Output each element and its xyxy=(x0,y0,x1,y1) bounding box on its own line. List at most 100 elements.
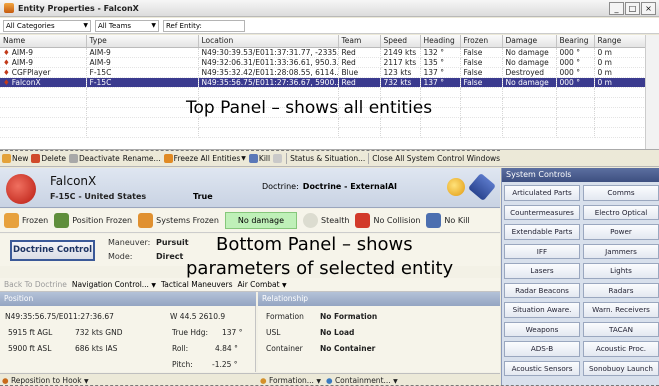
empty-cell xyxy=(0,87,87,98)
empty-cell xyxy=(380,117,421,128)
doctrine-value: Doctrine - ExternalAI xyxy=(302,182,398,191)
table-cell: F-15C xyxy=(86,67,199,78)
table-cell: Red xyxy=(338,57,381,68)
formation-label: Formation xyxy=(266,312,304,321)
system-control-button[interactable]: Acoustic Proc. xyxy=(583,341,659,357)
column-header[interactable]: Range xyxy=(594,35,646,48)
entity-name: FalconX xyxy=(50,174,97,188)
column-header[interactable]: Damage xyxy=(502,35,557,48)
table-row[interactable]: ♦ AIM-9 AIM-9 N49:30:39.53/E011:37:31.77, -… xyxy=(0,47,646,58)
table-row[interactable]: ♦ CGFPlayer F-15C N49:35:32.42/E011:28:08.5… xyxy=(0,67,646,78)
new-button[interactable]: New xyxy=(2,154,28,163)
table-row[interactable]: ♦ FalconX F-15C N49:35:56.75/E011:27:36.67,… xyxy=(0,77,646,88)
formation-menu[interactable]: ● Formation... ▼ xyxy=(260,376,321,385)
containment-menu[interactable]: ● Containment... ▼ xyxy=(326,376,398,385)
close-all-button[interactable]: Close All System Control Windows xyxy=(372,154,500,163)
system-control-button[interactable]: Radar Beacons xyxy=(504,282,580,298)
edit-icon[interactable] xyxy=(467,172,497,202)
relationship-section-header: Relationship xyxy=(258,292,500,306)
roll-value: 4.84 ° xyxy=(215,344,238,353)
formation-icon: ● xyxy=(260,376,267,385)
system-control-button[interactable]: Lights xyxy=(583,263,659,279)
system-control-button[interactable]: Countermeasures xyxy=(504,204,580,220)
table-cell: False xyxy=(460,57,503,68)
navigation-control-menu[interactable]: Navigation Control... ▼ xyxy=(72,280,156,289)
system-control-button[interactable]: IFF xyxy=(504,243,580,259)
system-control-button[interactable]: Articulated Parts xyxy=(504,185,580,201)
status-icon[interactable] xyxy=(447,178,465,196)
ref-entity-dropdown[interactable]: Ref Entity: xyxy=(163,19,245,32)
rename-button[interactable]: Rename... xyxy=(123,154,161,163)
no-kill-icon xyxy=(426,213,442,228)
system-control-button[interactable]: Warn. Receivers xyxy=(583,302,659,318)
empty-cell xyxy=(594,87,646,98)
column-header[interactable]: Name xyxy=(0,35,87,48)
table-scrollbar[interactable] xyxy=(645,35,659,149)
app-icon xyxy=(4,3,14,13)
table-row[interactable]: ♦ AIM-9 AIM-9 N49:32:06.31/E011:33:36.61, 9… xyxy=(0,57,646,68)
empty-cell xyxy=(594,117,646,128)
system-control-button[interactable]: TACAN xyxy=(583,321,659,337)
mode-value: Direct xyxy=(156,252,184,261)
top-panel-annotation: Top Panel – shows all entities xyxy=(186,98,433,118)
column-header[interactable]: Bearing xyxy=(556,35,595,48)
chevron-down-icon: ▼ xyxy=(241,155,246,162)
recover-button[interactable] xyxy=(273,154,283,163)
table-cell: Blue xyxy=(338,67,381,78)
column-header[interactable]: Type xyxy=(86,35,199,48)
empty-cell xyxy=(380,127,421,138)
system-control-button[interactable]: Sonobuoy Launch xyxy=(583,360,659,376)
doctrine-control-button[interactable]: Doctrine Control xyxy=(10,240,95,261)
column-header[interactable]: Frozen xyxy=(460,35,503,48)
back-to-doctrine-link[interactable]: Back To Doctrine xyxy=(4,280,67,289)
system-control-button[interactable]: Comms xyxy=(583,185,659,201)
formation-menu-label: Formation... xyxy=(268,376,314,385)
minimize-button[interactable]: _ xyxy=(609,2,624,15)
status-button[interactable]: Status & Situation... xyxy=(290,154,365,163)
delete-button[interactable]: Delete xyxy=(31,154,66,163)
no-collision-toggle[interactable]: No Collision xyxy=(355,213,420,228)
system-control-button[interactable]: Electro Optical xyxy=(583,204,659,220)
kill-button[interactable]: Kill xyxy=(248,154,270,163)
air-combat-menu[interactable]: Air Combat ▼ xyxy=(237,280,286,289)
system-control-button[interactable]: Lasers xyxy=(504,263,580,279)
system-controls-grid: Articulated Parts Comms Countermeasures Ele… xyxy=(502,182,659,376)
maximize-button[interactable]: □ xyxy=(625,2,640,15)
categories-dropdown[interactable]: All Categories ▼ xyxy=(3,19,91,32)
no-kill-toggle[interactable]: No Kill xyxy=(426,213,470,228)
column-header[interactable]: Team xyxy=(338,35,381,48)
system-control-button[interactable]: Jammers xyxy=(583,243,659,259)
reposition-to-hook-menu[interactable]: ● Reposition to Hook ▼ xyxy=(2,376,89,385)
column-header[interactable]: Speed xyxy=(380,35,421,48)
close-button[interactable]: × xyxy=(641,2,656,15)
position-frozen-toggle[interactable]: Position Frozen xyxy=(54,213,132,228)
frozen-toggle[interactable]: Frozen xyxy=(4,213,48,228)
system-control-button[interactable]: Situation Aware. xyxy=(504,302,580,318)
title-bar: Entity Properties - FalconX _ □ × xyxy=(0,0,659,17)
system-control-button[interactable]: Acoustic Sensors xyxy=(504,360,580,376)
table-cell: ♦ AIM-9 xyxy=(0,47,87,58)
system-control-button[interactable]: Extendable Parts xyxy=(504,224,580,240)
damage-status[interactable]: No damage xyxy=(224,212,298,229)
empty-row xyxy=(0,127,646,138)
table-cell: 000 ° xyxy=(556,77,595,88)
entity-icon: ♦ xyxy=(3,47,10,57)
system-control-button[interactable]: ADS-B xyxy=(504,341,580,357)
tactical-maneuvers-menu[interactable]: Tactical Maneuvers xyxy=(161,280,233,289)
entity-type-icon xyxy=(6,174,36,204)
table-cell: 135 ° xyxy=(420,57,461,68)
column-header[interactable]: Heading xyxy=(420,35,461,48)
system-control-button[interactable]: Weapons xyxy=(504,321,580,337)
chevron-down-icon: ▼ xyxy=(151,282,156,289)
freeze-all-button[interactable]: Freeze All Entities ▼ xyxy=(163,154,246,163)
system-control-button[interactable]: Radars xyxy=(583,282,659,298)
stealth-toggle[interactable]: Stealth xyxy=(303,213,349,228)
entity-header: FalconX F-15C - United States True Doctr… xyxy=(0,168,500,208)
navigation-row: Back To Doctrine Navigation Control... ▼… xyxy=(0,278,500,292)
systems-frozen-toggle[interactable]: Systems Frozen xyxy=(138,213,219,228)
system-control-button[interactable]: Power xyxy=(583,224,659,240)
column-header[interactable]: Location xyxy=(198,35,339,48)
teams-dropdown[interactable]: All Teams ▼ xyxy=(95,19,159,32)
table-header-row: Name Type Location Team Speed Heading Fr… xyxy=(0,35,646,48)
deactivate-button[interactable]: Deactivate xyxy=(69,154,120,163)
